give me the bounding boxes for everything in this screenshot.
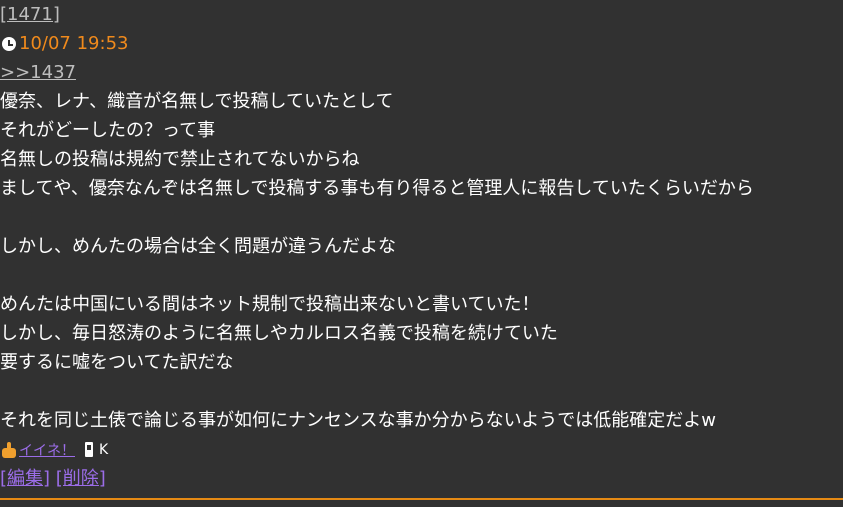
post-date: 10/07 19:53 bbox=[0, 29, 843, 58]
reply-anchor-link[interactable]: >>1437 bbox=[0, 62, 76, 83]
user-id: K bbox=[99, 441, 109, 458]
thumbs-up-icon[interactable] bbox=[0, 441, 18, 458]
edit-link[interactable]: [編集] bbox=[0, 468, 50, 489]
body-line: 名無しの投稿は規約で禁止されてないからね bbox=[0, 149, 360, 170]
body-line: ましてや、優奈なんぞは名無しで投稿する事も有り得ると管理人に報告していたくらいだ… bbox=[0, 178, 754, 199]
body-line: しかし、毎日怒涛のように名無しやカルロス名義で投稿を続けていた bbox=[0, 323, 558, 344]
post-number-link[interactable]: [1471] bbox=[0, 4, 60, 25]
reaction-row: イイネ！ K bbox=[0, 435, 843, 464]
delete-link[interactable]: [削除] bbox=[56, 468, 106, 489]
body-line: 要するに嘘をついてた訳だな bbox=[0, 352, 234, 373]
body-blank-line bbox=[0, 261, 843, 290]
reply-line: >>1437 bbox=[0, 58, 843, 87]
body-line: 優奈、レナ、織音が名無しで投稿していたとして bbox=[0, 91, 394, 112]
post-divider bbox=[0, 498, 843, 500]
post: [1471] 10/07 19:53 >>1437 優奈、レナ、織音が名無しで投… bbox=[0, 0, 843, 493]
post-datetime: 10/07 19:53 bbox=[19, 33, 129, 54]
post-body: 優奈、レナ、織音が名無しで投稿していたとして それがどーしたの？って事 名無しの… bbox=[0, 87, 843, 435]
mobile-phone-icon bbox=[85, 442, 93, 457]
post-actions: [編集] [削除] bbox=[0, 464, 843, 493]
body-line: それがどーしたの？って事 bbox=[0, 120, 216, 141]
clock-icon bbox=[2, 36, 16, 51]
like-link[interactable]: イイネ！ bbox=[19, 440, 75, 460]
post-header: [1471] bbox=[0, 0, 843, 29]
body-line: しかし、めんたの場合は全く問題が違うんだよな bbox=[0, 236, 396, 257]
body-blank-line bbox=[0, 377, 843, 406]
body-line: めんたは中国にいる間はネット規制で投稿出来ないと書いていた！ bbox=[0, 294, 540, 315]
body-blank-line bbox=[0, 203, 843, 232]
body-line: それを同じ土俵で論じる事が如何にナンセンスな事か分からないようでは低能確定だよw bbox=[0, 410, 716, 431]
